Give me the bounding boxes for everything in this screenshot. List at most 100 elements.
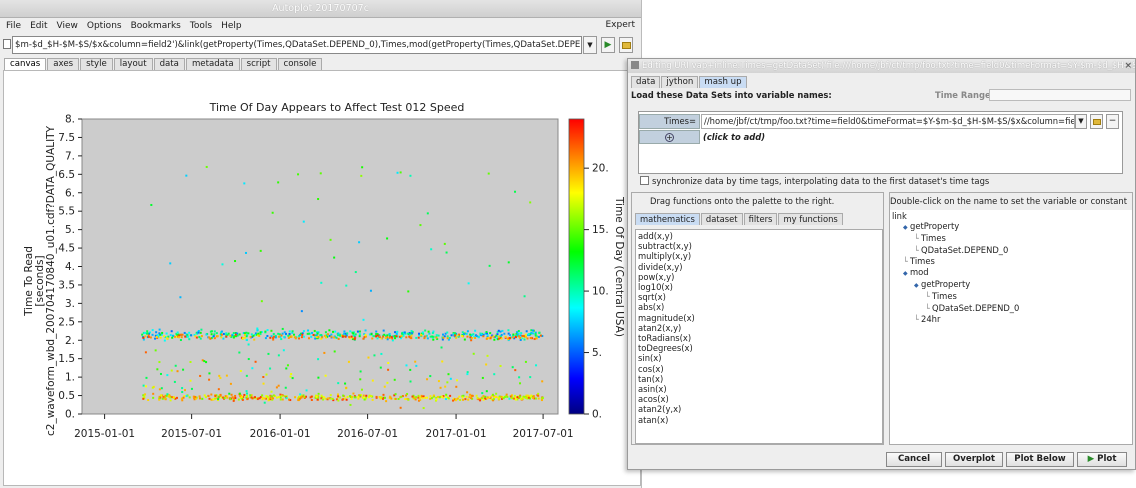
function-item[interactable]: multiply(x,y) (638, 251, 880, 261)
function-item[interactable]: pow(x,y) (638, 272, 880, 282)
data-source-icon (3, 39, 11, 49)
menu-tools[interactable]: Tools (190, 21, 212, 31)
menu-file[interactable]: File (6, 21, 21, 31)
function-item[interactable]: abs(x) (638, 302, 880, 312)
expand-toggle-icon[interactable]: ◆ (914, 281, 921, 291)
data-point (317, 376, 320, 379)
cancel-button[interactable]: Cancel (886, 452, 942, 467)
data-point (468, 396, 471, 399)
data-point (327, 397, 330, 400)
variable-browse-button[interactable] (1090, 114, 1103, 129)
plot-button[interactable]: ▶ Plot (1077, 452, 1127, 467)
click-to-add-label[interactable]: (click to add) (701, 130, 765, 144)
tab-style[interactable]: style (80, 58, 113, 70)
data-point (375, 395, 378, 398)
tree-node[interactable]: └ Times (892, 291, 1130, 302)
main-title-bar[interactable]: Autoplot 20170707c (0, 0, 641, 18)
tab-canvas[interactable]: canvas (4, 58, 47, 70)
tab-script[interactable]: script (240, 58, 277, 70)
editor-title-bar[interactable]: Editing URI vap+inline:Times=getDataSet(… (628, 59, 1135, 73)
tree-node[interactable]: ◆ getProperty (892, 221, 1130, 233)
function-item[interactable]: cos(x) (638, 364, 880, 374)
tree-node-label: mod (910, 267, 929, 278)
function-item[interactable]: toDegrees(x) (638, 343, 880, 353)
data-point (431, 332, 434, 335)
variable-dropdown-button[interactable]: ▼ (1075, 114, 1087, 129)
tab-axes[interactable]: axes (47, 58, 80, 70)
menu-bookmarks[interactable]: Bookmarks (131, 21, 181, 31)
tree-node[interactable]: └ Times (892, 256, 1130, 267)
functions-instructions: Drag functions onto the palette to the r… (650, 196, 835, 206)
add-variable-button[interactable]: + (639, 130, 700, 144)
menu-view[interactable]: View (57, 21, 78, 31)
tab-my-functions[interactable]: my functions (778, 213, 843, 225)
tab-filters[interactable]: filters (743, 213, 778, 225)
plot-canvas[interactable]: Time Of Day Appears to Affect Test 012 S… (3, 70, 641, 486)
variable-name-field[interactable]: Times= (639, 114, 700, 129)
tab-metadata[interactable]: metadata (185, 58, 240, 70)
tab-jython[interactable]: jython (661, 76, 699, 88)
tab-data[interactable]: data (153, 58, 185, 70)
function-item[interactable]: sqrt(x) (638, 292, 880, 302)
data-point (147, 335, 150, 338)
time-range-input[interactable] (989, 89, 1131, 101)
tab-mash-up[interactable]: mash up (699, 76, 747, 88)
menu-help[interactable]: Help (221, 21, 242, 31)
data-point (250, 333, 253, 336)
tree-node[interactable]: └ QDataSet.DEPEND_0 (892, 303, 1130, 314)
data-point (217, 398, 220, 401)
function-item[interactable]: atan2(x,y) (638, 323, 880, 333)
function-item[interactable]: magnitude(x) (638, 313, 880, 323)
tree-node[interactable]: ◆ mod (892, 267, 1130, 279)
expand-toggle-icon[interactable]: ◆ (903, 223, 910, 233)
menu-bar: File Edit View Options Bookmarks Tools H… (0, 18, 641, 34)
tab-mathematics[interactable]: mathematics (635, 213, 700, 225)
function-item[interactable]: add(x,y) (638, 231, 880, 241)
tree-node[interactable]: link (892, 211, 1130, 221)
function-item[interactable]: divide(x,y) (638, 262, 880, 272)
function-item[interactable]: sin(x) (638, 353, 880, 363)
tab-console[interactable]: console (277, 58, 323, 70)
data-point (406, 332, 409, 335)
uri-dropdown-button[interactable]: ▼ (583, 36, 597, 54)
function-item[interactable]: log10(x) (638, 282, 880, 292)
go-plot-button[interactable]: ▶ (601, 37, 615, 53)
expand-toggle-icon[interactable]: ◆ (903, 269, 910, 279)
tab-dataset[interactable]: dataset (700, 213, 743, 225)
tree-node[interactable]: ◆ getProperty (892, 279, 1130, 291)
plot-below-button[interactable]: Plot Below (1006, 452, 1074, 467)
scatter-plot[interactable]: Time Of Day Appears to Affect Test 012 S… (4, 71, 640, 485)
browse-folder-button[interactable] (619, 37, 633, 53)
data-point (184, 389, 187, 392)
tree-node[interactable]: └ QDataSet.DEPEND_0 (892, 245, 1130, 256)
tab-data[interactable]: data (631, 76, 661, 88)
tree-node[interactable]: └ Times (892, 233, 1130, 244)
sync-checkbox[interactable] (640, 176, 649, 185)
menu-edit[interactable]: Edit (30, 21, 47, 31)
data-point (520, 332, 523, 335)
variable-uri-field[interactable]: //home/jbf/ct/tmp/foo.txt?time=field0&ti… (701, 114, 1075, 129)
function-item[interactable]: tan(x) (638, 374, 880, 384)
function-item[interactable]: toRadians(x) (638, 333, 880, 343)
function-item[interactable]: atan2(y,x) (638, 404, 880, 414)
close-icon[interactable]: × (1124, 59, 1132, 73)
function-item[interactable]: asin(x) (638, 384, 880, 394)
uri-input[interactable]: $m-$d_$H-$M-$S/$x&column=field2')&link(g… (12, 36, 582, 54)
tab-layout[interactable]: layout (113, 58, 153, 70)
menu-options[interactable]: Options (87, 21, 122, 31)
data-point (444, 398, 447, 401)
function-item[interactable]: subtract(x,y) (638, 241, 880, 251)
data-point (249, 335, 252, 338)
data-point (348, 336, 351, 339)
menu-expert[interactable]: Expert (606, 20, 636, 30)
data-point (159, 372, 162, 375)
data-point (420, 334, 423, 337)
function-item[interactable]: acos(x) (638, 394, 880, 404)
data-point (445, 251, 448, 254)
data-point (320, 394, 323, 397)
y-tick-label: 5. (65, 224, 75, 236)
function-item[interactable]: atan(x) (638, 415, 880, 425)
overplot-button[interactable]: Overplot (945, 452, 1003, 467)
remove-variable-button[interactable]: − (1106, 114, 1119, 129)
tree-node[interactable]: └ 24hr (892, 314, 1130, 325)
